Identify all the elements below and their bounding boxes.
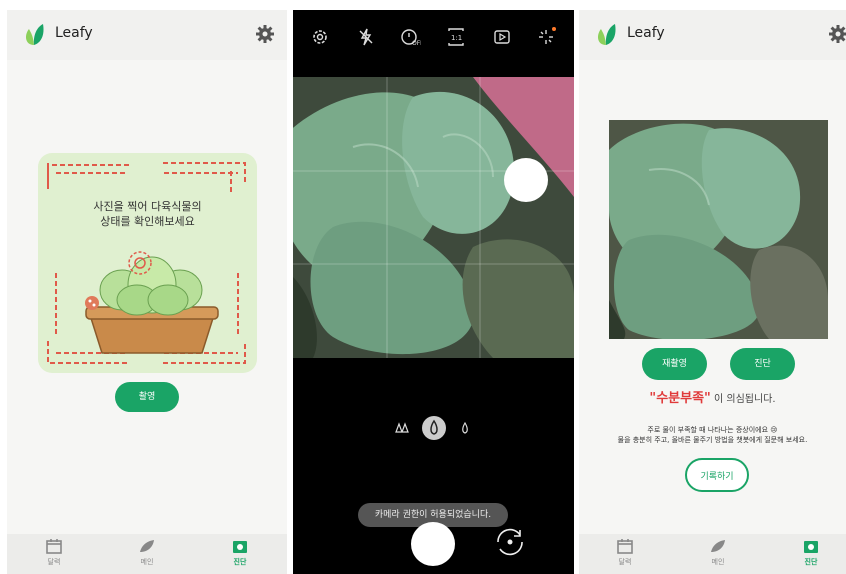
retake-button[interactable]: 재촬영 — [642, 348, 707, 380]
zoom-selector — [293, 415, 574, 441]
result-screen: Leafy 재촬영 진단 "수분부족" 이 의심됩니다. 주로 물이 부족할 때… — [579, 10, 846, 574]
motion-photo-icon[interactable] — [491, 26, 513, 48]
floating-shutter-button[interactable] — [504, 158, 548, 202]
wide-lens-icon[interactable] — [395, 421, 409, 435]
settings-icon[interactable] — [309, 26, 331, 48]
switch-camera-icon[interactable] — [493, 525, 527, 559]
diagnosis-label: "수분부족" — [649, 391, 711, 406]
nav-label-home: 메인 — [711, 558, 725, 566]
captured-photo-image — [609, 120, 828, 339]
diagnosis-result: "수분부족" 이 의심됩니다. — [579, 387, 846, 406]
svg-text:1:1: 1:1 — [451, 34, 462, 42]
standard-lens-icon[interactable] — [421, 415, 447, 441]
flash-off-icon[interactable] — [355, 26, 377, 48]
tele-lens-icon[interactable] — [458, 421, 472, 435]
app-header: Leafy — [7, 10, 287, 60]
prompt-line-1: 사진을 찍어 다육식물의 — [93, 200, 202, 213]
camera-icon — [804, 541, 818, 553]
succulent-illustration — [85, 251, 219, 354]
shutter-button[interactable] — [411, 522, 455, 566]
diagnose-screen: Leafy 사진을 찍어 다육식물의 상태를 확인해보세요 촬영 달력 메인 진… — [7, 10, 287, 574]
nav-item-home[interactable]: 메인 — [117, 538, 177, 567]
calendar-icon — [46, 539, 62, 554]
captured-photo — [609, 120, 828, 339]
bottom-nav: 달력 메인 진단 — [7, 534, 287, 574]
nav-label-calendar: 달력 — [618, 558, 632, 566]
diagnose-button[interactable]: 진단 — [730, 348, 795, 380]
nav-item-calendar[interactable]: 달력 — [24, 538, 84, 567]
nav-item-diagnose[interactable]: 진단 — [210, 538, 270, 567]
viewfinder-preview — [293, 77, 574, 358]
shoot-button[interactable]: 촬영 — [115, 382, 179, 412]
camera-toolbar: OFF 1:1 — [293, 10, 574, 68]
diagnosis-suffix: 이 의심됩니다. — [710, 394, 776, 405]
leaf-logo-icon — [26, 24, 44, 45]
leaf-home-icon — [711, 540, 725, 552]
prompt-line-2: 상태를 확인해보세요 — [100, 215, 195, 228]
capture-guide-card: 사진을 찍어 다육식물의 상태를 확인해보세요 — [38, 153, 257, 373]
nav-item-home[interactable]: 메인 — [688, 538, 748, 567]
advice-line-2: 물을 충분히 주고, 올바른 물주기 방법을 챗봇에게 질문해 보세요. — [617, 436, 808, 444]
camera-viewfinder[interactable] — [293, 77, 574, 358]
capture-prompt: 사진을 찍어 다육식물의 상태를 확인해보세요 — [38, 199, 257, 229]
settings-gear-icon[interactable] — [255, 24, 275, 44]
leaf-logo-icon — [598, 24, 616, 45]
app-name: Leafy — [627, 25, 665, 41]
leaf-home-icon — [140, 540, 154, 552]
camera-screen: OFF 1:1 — [293, 10, 574, 574]
svg-text:OFF: OFF — [412, 40, 421, 47]
calendar-icon — [617, 539, 633, 554]
nav-item-diagnose[interactable]: 진단 — [781, 538, 841, 567]
nav-label-diagnose: 진단 — [804, 558, 818, 566]
nav-label-diagnose: 진단 — [233, 558, 247, 566]
nav-label-home: 메인 — [140, 558, 154, 566]
ratio-icon[interactable]: 1:1 — [445, 26, 467, 48]
timer-off-icon[interactable]: OFF — [399, 26, 421, 48]
nav-item-calendar[interactable]: 달력 — [595, 538, 655, 567]
filter-icon[interactable] — [535, 26, 557, 48]
bottom-nav: 달력 메인 진단 — [579, 534, 846, 574]
settings-gear-icon[interactable] — [828, 24, 846, 44]
camera-icon — [233, 541, 247, 553]
nav-label-calendar: 달력 — [47, 558, 61, 566]
advice-line-1: 주로 물이 부족할 때 나타나는 증상이에요 😢 — [647, 426, 778, 434]
app-name: Leafy — [55, 25, 93, 41]
care-advice: 주로 물이 부족할 때 나타나는 증상이에요 😢 물을 충분히 주고, 올바른 … — [579, 425, 846, 445]
app-header: Leafy — [579, 10, 846, 60]
record-button[interactable]: 기록하기 — [685, 458, 749, 492]
